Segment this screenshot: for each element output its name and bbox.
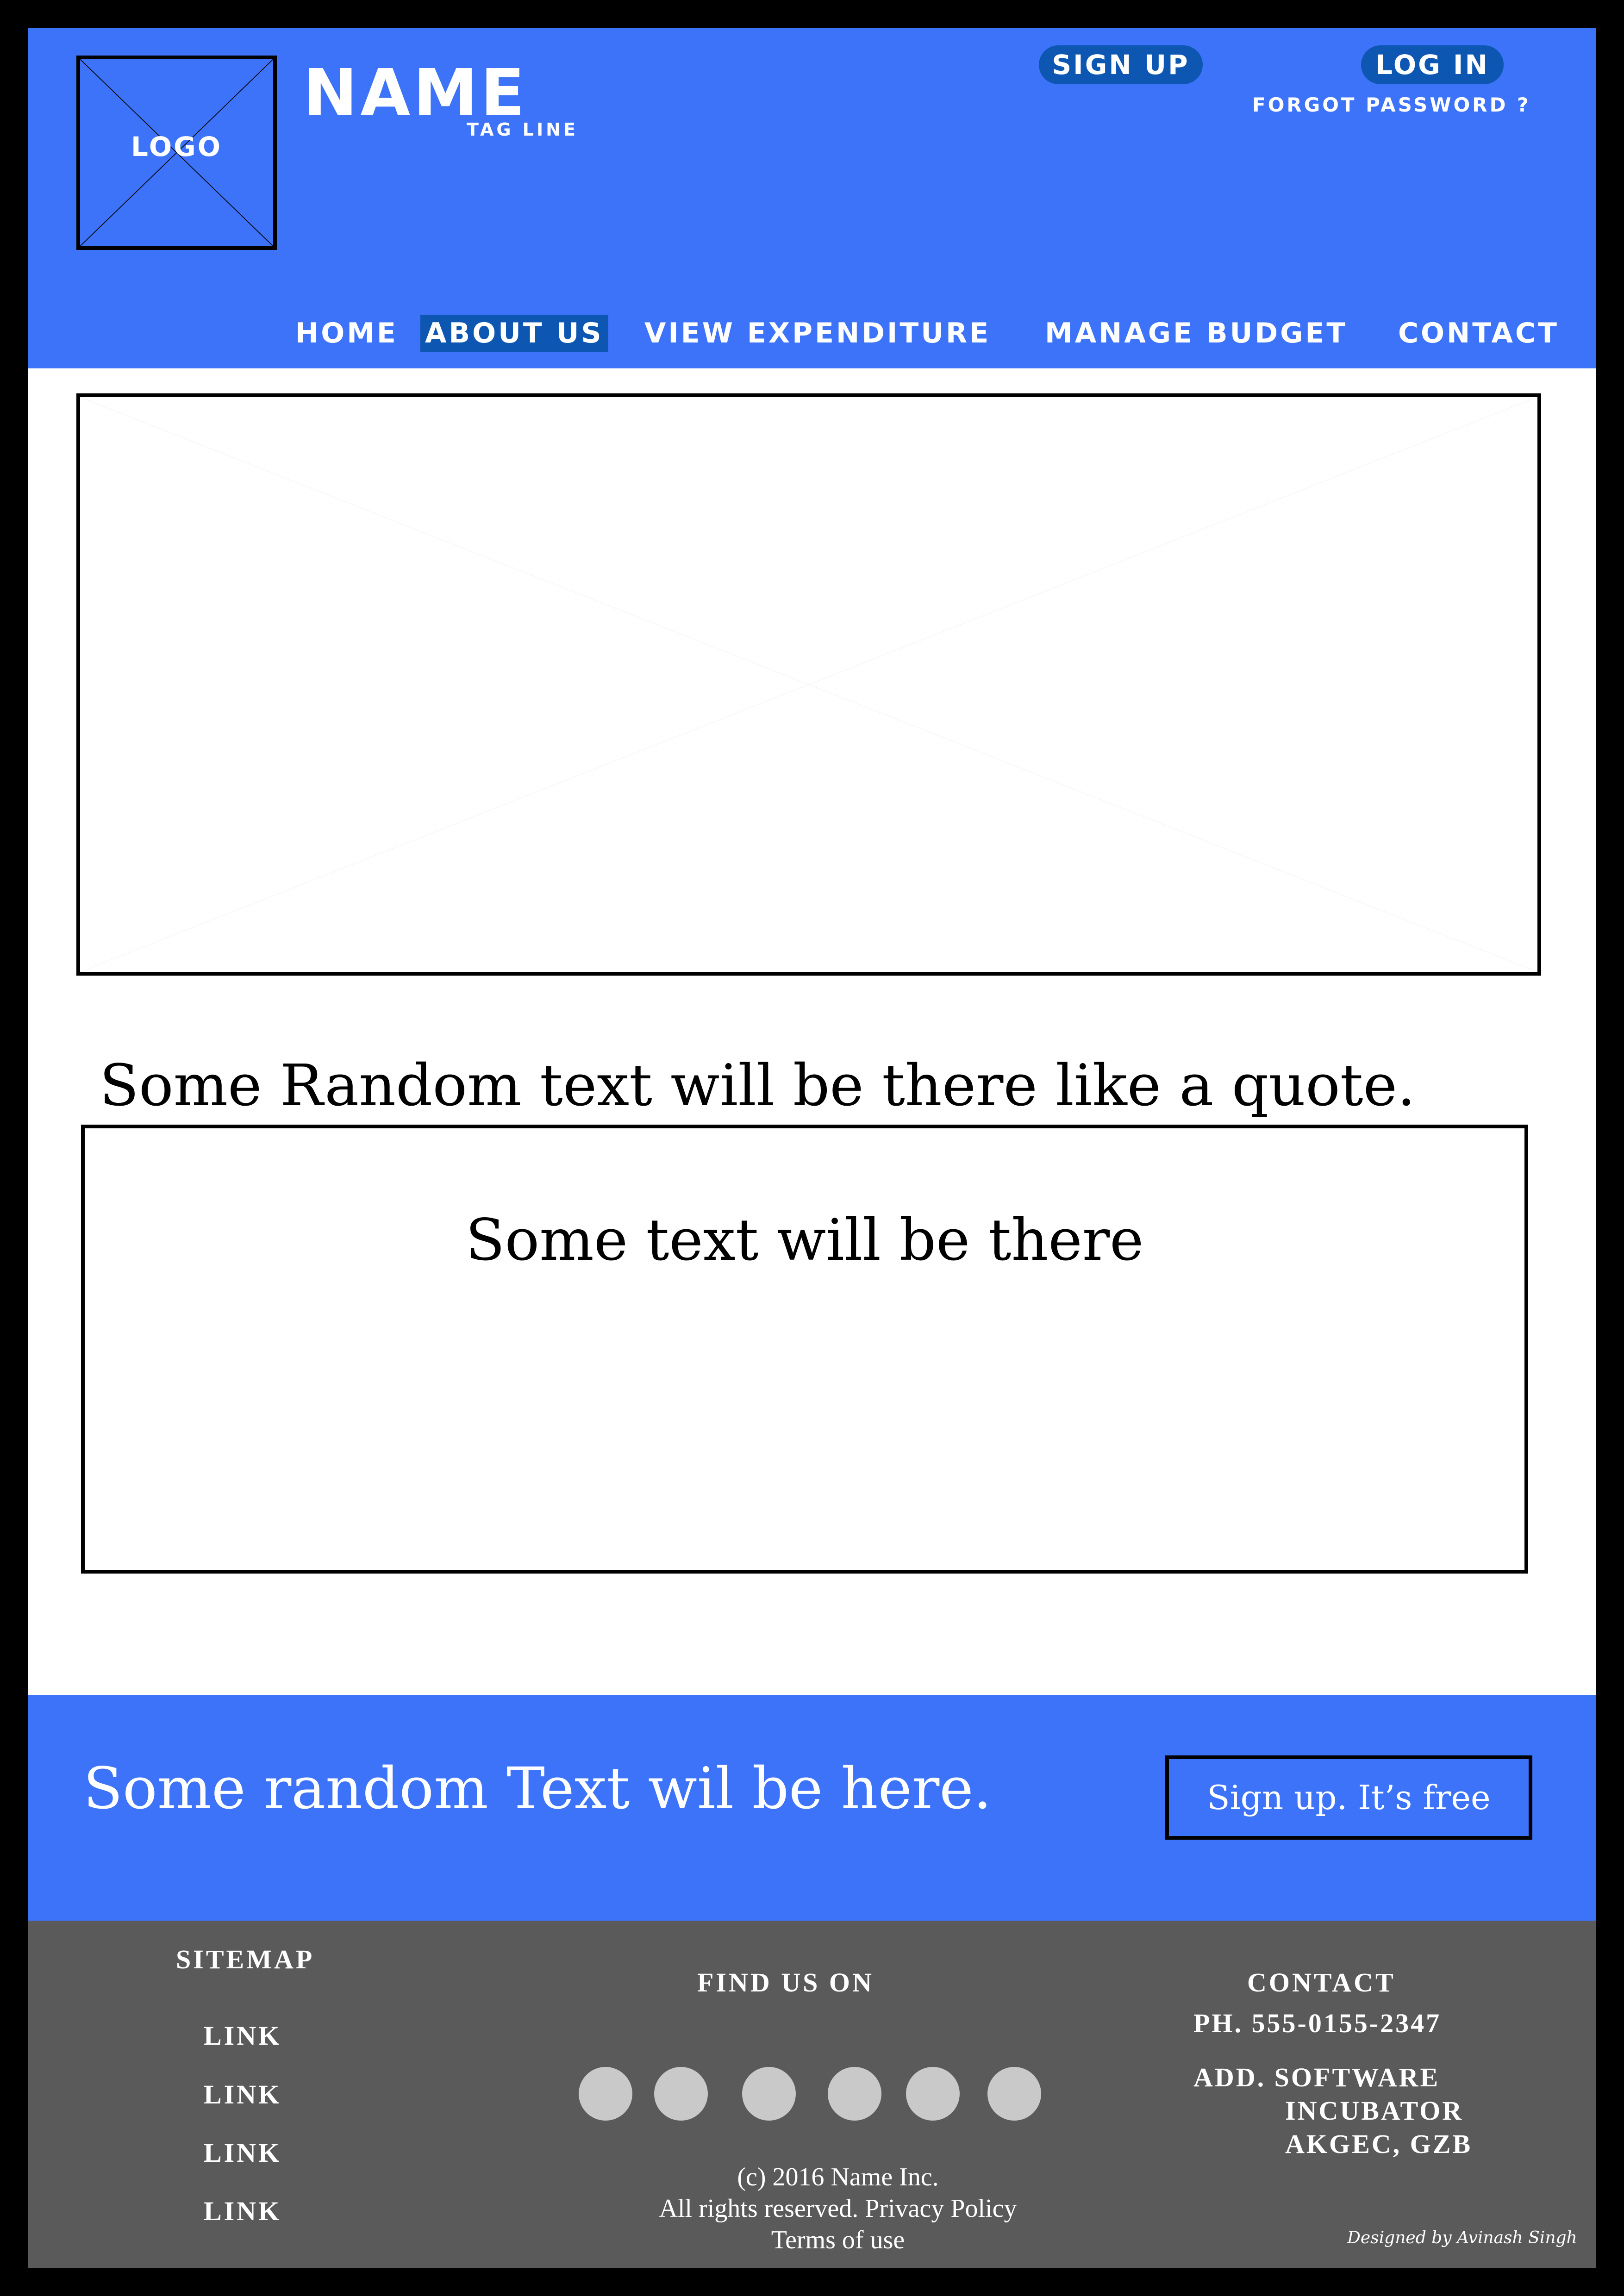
hero-image-placeholder xyxy=(76,393,1541,976)
placeholder-cross-icon xyxy=(80,397,1537,972)
contact-heading: CONTACT xyxy=(1247,1967,1396,1997)
social-icon[interactable] xyxy=(742,2067,796,2121)
sitemap-link[interactable]: LINK xyxy=(204,2137,281,2168)
logo-placeholder[interactable]: LOGO xyxy=(76,56,277,250)
content-box-text: Some text will be there xyxy=(465,1207,1144,1274)
copyright-text: (c) 2016 Name Inc. xyxy=(737,2163,939,2191)
social-icon[interactable] xyxy=(579,2067,632,2121)
nav-item-manage-budget[interactable]: MANAGE BUDGET xyxy=(1045,315,1348,352)
copyright-block: (c) 2016 Name Inc. All rights reserved. … xyxy=(514,2161,1162,2256)
brand-name[interactable]: NAME xyxy=(303,61,527,126)
privacy-policy-link[interactable]: All rights reserved. Privacy Policy xyxy=(514,2193,1162,2224)
contact-phone: PH. 555-0155-2347 xyxy=(1193,2008,1442,2038)
page: LOGO NAME TAG LINE SIGN UP LOG IN FORGOT… xyxy=(28,28,1596,2268)
quote-text: Some Random text will be there like a qu… xyxy=(100,1052,1416,1119)
nav-item-about-us[interactable]: ABOUT US xyxy=(420,315,608,352)
nav-item-home[interactable]: HOME xyxy=(295,315,398,352)
sitemap-link[interactable]: LINK xyxy=(204,2196,281,2227)
cta-band: Some random Text wil be here. Sign up. I… xyxy=(28,1695,1596,1921)
cta-signup-button[interactable]: Sign up. It’s free xyxy=(1165,1755,1532,1840)
address-line: ADD. SOFTWARE xyxy=(1193,2062,1440,2092)
sitemap-heading: SITEMAP xyxy=(176,1944,315,1974)
logo-label: LOGO xyxy=(131,131,223,162)
contact-address: ADD. SOFTWARE INCUBATOR AKGEC, GZB xyxy=(1193,2061,1472,2161)
designer-credit: Designed by Avinash Singh xyxy=(1347,2228,1577,2247)
content-box: Some text will be there xyxy=(81,1125,1528,1574)
nav-item-view-expenditure[interactable]: VIEW EXPENDITURE xyxy=(644,315,991,352)
social-icon[interactable] xyxy=(987,2067,1041,2121)
sitemap-link[interactable]: LINK xyxy=(204,2079,281,2110)
header: LOGO NAME TAG LINE SIGN UP LOG IN FORGOT… xyxy=(28,28,1596,368)
find-us-heading: FIND US ON xyxy=(697,1967,874,1997)
nav-item-contact[interactable]: CONTACT xyxy=(1398,315,1559,352)
cta-text: Some random Text wil be here. xyxy=(83,1755,992,1822)
forgot-password-link[interactable]: FORGOT PASSWORD ? xyxy=(1252,93,1530,116)
log-in-button[interactable]: LOG IN xyxy=(1361,45,1504,84)
sign-up-button[interactable]: SIGN UP xyxy=(1039,45,1203,84)
terms-of-use-link[interactable]: Terms of use xyxy=(514,2224,1162,2256)
address-line: AKGEC, GZB xyxy=(1285,2129,1473,2159)
address-line: INCUBATOR xyxy=(1285,2096,1464,2126)
tag-line: TAG LINE xyxy=(467,119,578,140)
sitemap-link[interactable]: LINK xyxy=(204,2020,281,2051)
footer: SITEMAP LINK LINK LINK LINK FIND US ON (… xyxy=(28,1921,1596,2268)
social-icon[interactable] xyxy=(828,2067,881,2121)
social-icon[interactable] xyxy=(906,2067,960,2121)
social-icon[interactable] xyxy=(654,2067,708,2121)
